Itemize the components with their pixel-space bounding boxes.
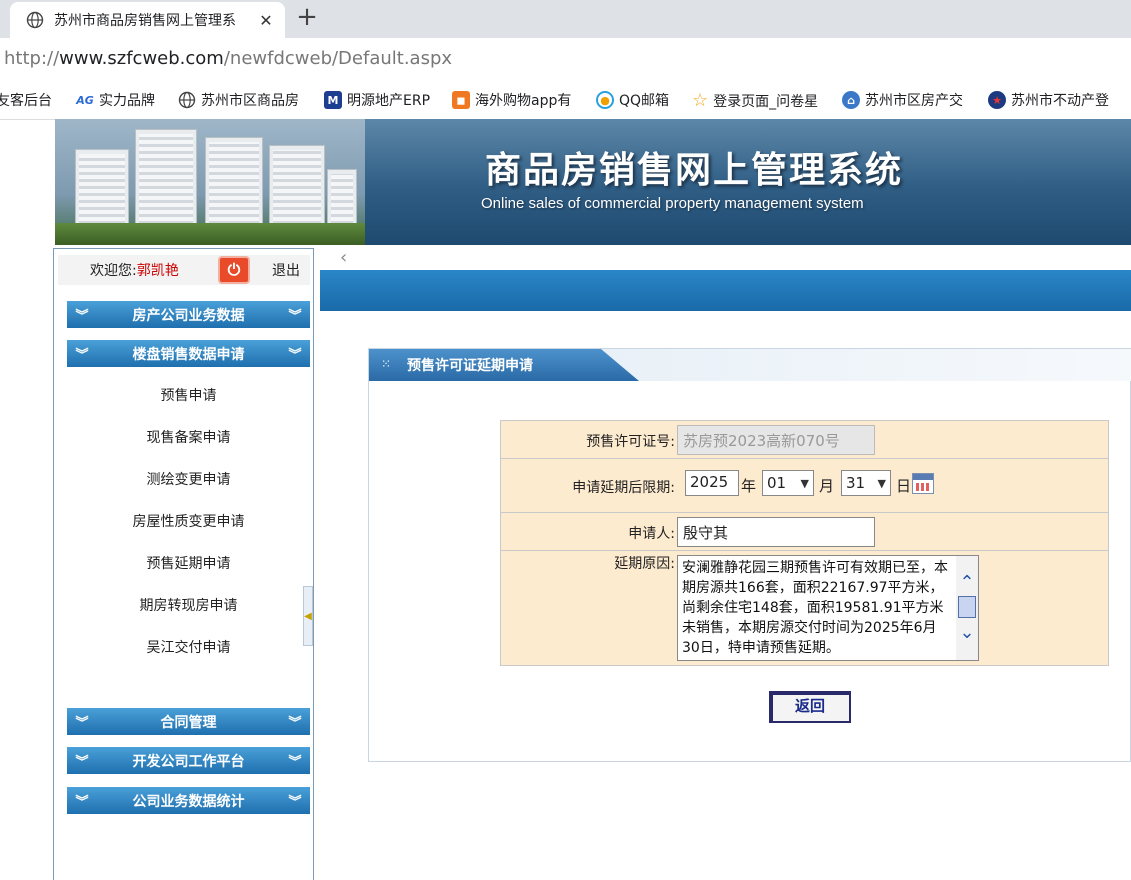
sidebar-item-wujiang-delivery[interactable]: 吴江交付申请 bbox=[67, 637, 310, 657]
chevron-down-icon: ︾ bbox=[75, 348, 89, 363]
chevron-down-icon: ︾ bbox=[288, 348, 302, 363]
calendar-icon[interactable] bbox=[912, 473, 934, 494]
license-label: 预售许可证号: bbox=[586, 434, 675, 450]
day-unit: 日 bbox=[896, 477, 912, 495]
year-unit: 年 bbox=[741, 477, 757, 495]
chevron-down-icon: ︾ bbox=[75, 795, 89, 810]
bookmark-item[interactable]: 友客后台 bbox=[0, 90, 52, 110]
bookmark-item[interactable]: ⌂ 苏州市区房产交 bbox=[842, 90, 963, 110]
qq-mail-icon: ● bbox=[596, 91, 614, 109]
m-logo-icon: M bbox=[324, 91, 342, 109]
sidebar-item-presale-extension[interactable]: 预售延期申请 bbox=[67, 553, 310, 573]
scroll-thumb[interactable] bbox=[958, 596, 976, 618]
reason-label: 延期原因: bbox=[614, 556, 675, 572]
license-number-field[interactable]: 苏房预2023高新070号 bbox=[677, 425, 875, 455]
brand-icon: AG bbox=[76, 91, 94, 109]
chevron-left-icon[interactable]: ‹ bbox=[340, 247, 347, 268]
month-select[interactable]: 01 ▼ bbox=[762, 470, 814, 496]
site-banner: 商品房销售网上管理系统 Online sales of commercial p… bbox=[55, 119, 1131, 245]
emblem-icon: ★ bbox=[988, 91, 1006, 109]
buildings-illustration bbox=[55, 119, 365, 245]
applicant-label: 申请人: bbox=[628, 526, 675, 542]
new-tab-button[interactable]: + bbox=[294, 4, 320, 32]
sidebar-collapse-handle[interactable]: ◀ bbox=[303, 586, 313, 646]
user-name: 郭凯艳 bbox=[136, 263, 179, 279]
sidebar-item-forward-to-spot[interactable]: 期房转现房申请 bbox=[67, 595, 310, 615]
reason-row: 延期原因: 安澜雅静花园三期预售许可有效期已至，本期房源共166套，面积2216… bbox=[501, 551, 1108, 665]
panel-header: ⁙ 预售许可证延期申请 bbox=[369, 349, 1131, 381]
chevron-down-icon: ︾ bbox=[288, 795, 302, 810]
chevron-down-icon: ︾ bbox=[75, 716, 89, 731]
menu-statistics[interactable]: ︾ 公司业务数据统计 ︾ bbox=[67, 787, 310, 814]
welcome-label: 欢迎您: bbox=[90, 263, 137, 279]
chevron-down-icon[interactable]: ⌄ bbox=[959, 624, 975, 642]
reason-textarea[interactable]: 安澜雅静花园三期预售许可有效期已至，本期房源共166套，面积22167.97平方… bbox=[677, 555, 979, 661]
address-bar[interactable]: http://www.szfcweb.com/newfdcweb/Default… bbox=[0, 38, 1131, 80]
banner-title: 商品房销售网上管理系统 bbox=[485, 149, 904, 191]
chevron-down-icon: ︾ bbox=[288, 309, 302, 324]
day-select[interactable]: 31 ▼ bbox=[841, 470, 891, 496]
sidebar-item-property-change[interactable]: 房屋性质变更申请 bbox=[67, 511, 310, 531]
house-icon: ⌂ bbox=[842, 91, 860, 109]
extension-panel: ⁙ 预售许可证延期申请 预售许可证号: 苏房预2023高新070号 申请延期后限… bbox=[368, 348, 1131, 762]
browser-tab[interactable]: 苏州市商品房销售网上管理系 ✕ bbox=[10, 2, 285, 38]
main-top-row: ‹ bbox=[320, 247, 1131, 269]
chevron-down-icon: ︾ bbox=[75, 309, 89, 324]
month-unit: 月 bbox=[819, 477, 835, 495]
tab-title: 苏州市商品房销售网上管理系 bbox=[54, 13, 236, 29]
bookmark-item[interactable]: AG 实力品牌 bbox=[76, 90, 155, 110]
deadline-label: 申请延期后限期: bbox=[572, 480, 675, 496]
bookmark-item[interactable]: ● QQ邮箱 bbox=[596, 90, 669, 110]
star-icon: ☆ bbox=[692, 90, 709, 111]
banner-subtitle: Online sales of commercial property mana… bbox=[481, 195, 864, 212]
main-header-band bbox=[320, 270, 1131, 311]
globe-icon bbox=[178, 91, 196, 109]
menu-contracts[interactable]: ︾ 合同管理 ︾ bbox=[67, 708, 310, 735]
bookmark-item[interactable]: M 明源地产ERP bbox=[324, 90, 430, 110]
sidebar-item-spot-sale[interactable]: 现售备案申请 bbox=[67, 427, 310, 447]
bookmarks-bar: 友客后台 AG 实力品牌 苏州市区商品房 M 明源地产ERP ◼ 海外购物app… bbox=[0, 80, 1131, 120]
menu-developer-platform[interactable]: ︾ 开发公司工作平台 ︾ bbox=[67, 747, 310, 774]
bookmark-item[interactable]: ◼ 海外购物app有 bbox=[452, 90, 571, 110]
grid-dots-icon: ⁙ bbox=[381, 357, 392, 371]
reason-text: 安澜雅静花园三期预售许可有效期已至，本期房源共166套，面积22167.97平方… bbox=[682, 560, 948, 656]
chevron-down-icon: ︾ bbox=[288, 716, 302, 731]
menu-company-data[interactable]: ︾ 房产公司业务数据 ︾ bbox=[67, 301, 310, 328]
bookmark-item[interactable]: 苏州市区商品房 bbox=[178, 90, 299, 110]
panel-title: 预售许可证延期申请 bbox=[407, 358, 533, 374]
applicant-input[interactable]: 殷守其 bbox=[677, 517, 875, 547]
chevron-down-icon: ▼ bbox=[877, 476, 886, 490]
sidebar-item-survey-change[interactable]: 测绘变更申请 bbox=[67, 469, 310, 489]
chevron-down-icon: ▼ bbox=[800, 476, 809, 490]
logout-link[interactable]: 退出 bbox=[272, 260, 300, 280]
bookmark-item[interactable]: ☆ 登录页面_问卷星 bbox=[692, 90, 818, 111]
license-row: 预售许可证号: 苏房预2023高新070号 bbox=[501, 421, 1108, 459]
close-icon[interactable]: ✕ bbox=[257, 11, 275, 30]
applicant-row: 申请人: 殷守其 bbox=[501, 513, 1108, 551]
menu-sales-application[interactable]: ︾ 楼盘销售数据申请 ︾ bbox=[67, 340, 310, 367]
globe-icon bbox=[26, 11, 44, 29]
year-input[interactable]: 2025 bbox=[685, 470, 739, 496]
power-icon[interactable]: ⏻ bbox=[218, 256, 250, 284]
bookmark-item[interactable]: ★ 苏州市不动产登 bbox=[988, 90, 1109, 110]
shop-icon: ◼ bbox=[452, 91, 470, 109]
reason-scrollbar[interactable]: ⌃ ⌄ bbox=[956, 556, 978, 660]
chevron-up-icon[interactable]: ⌃ bbox=[959, 574, 975, 592]
url-text[interactable]: http://www.szfcweb.com/newfdcweb/Default… bbox=[4, 48, 452, 69]
extension-form: 预售许可证号: 苏房预2023高新070号 申请延期后限期: 2025 年 01… bbox=[500, 420, 1109, 666]
sidebar-item-presale[interactable]: 预售申请 bbox=[67, 385, 310, 405]
back-button[interactable]: 返回 bbox=[769, 691, 851, 723]
welcome-bar: 欢迎您: 郭凯艳 ⏻ 退出 bbox=[58, 255, 310, 285]
deadline-row: 申请延期后限期: 2025 年 01 ▼ 月 31 ▼ 日 bbox=[501, 459, 1108, 513]
browser-tab-bar: 苏州市商品房销售网上管理系 ✕ + bbox=[0, 0, 1131, 38]
chevron-down-icon: ︾ bbox=[75, 755, 89, 770]
left-sidebar: 欢迎您: 郭凯艳 ⏻ 退出 ︾ 房产公司业务数据 ︾ ︾ 楼盘销售数据申请 ︾ 预… bbox=[53, 248, 314, 880]
chevron-down-icon: ︾ bbox=[288, 755, 302, 770]
